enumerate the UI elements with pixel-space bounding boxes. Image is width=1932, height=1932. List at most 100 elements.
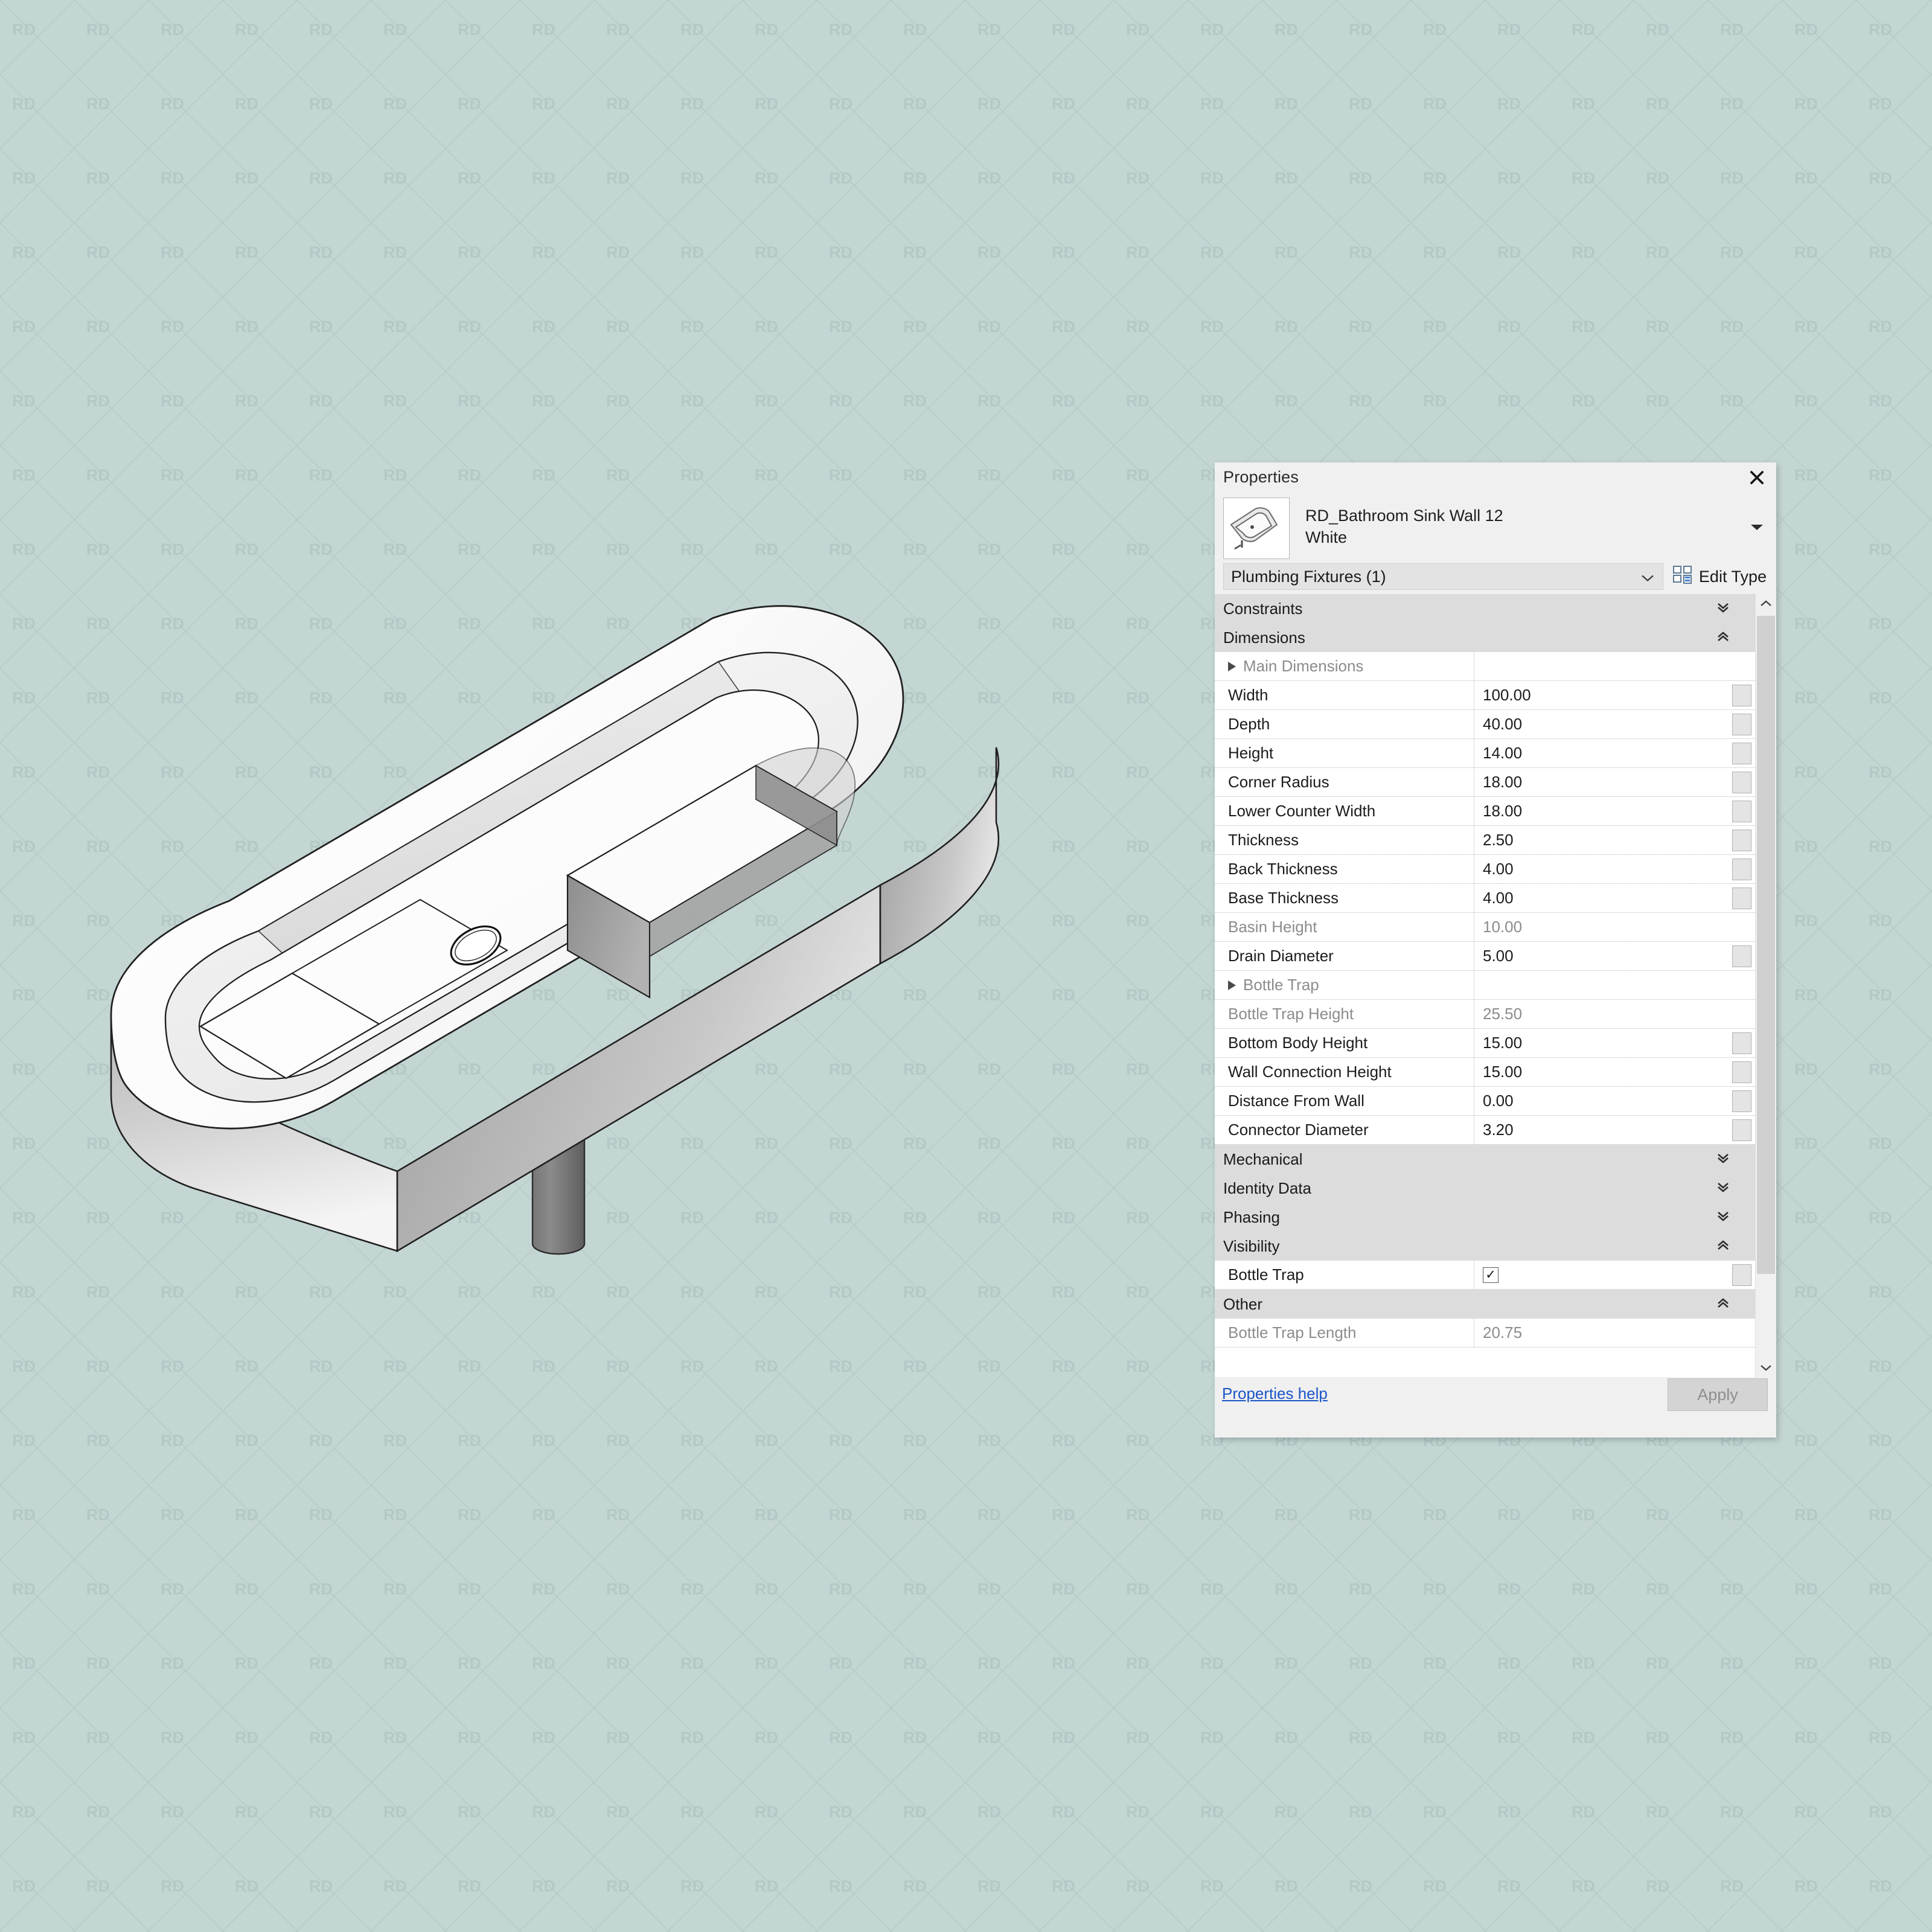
property-group-header[interactable]: Constraints xyxy=(1215,594,1755,623)
property-value[interactable]: 100.00 xyxy=(1474,681,1732,709)
property-row[interactable]: Bottle Trap xyxy=(1215,971,1755,1000)
property-value xyxy=(1474,971,1732,999)
expander-triangle-right-icon[interactable] xyxy=(1228,661,1236,671)
expand-double-chevron-down-icon[interactable] xyxy=(1716,1152,1730,1166)
palette-titlebar[interactable]: Properties xyxy=(1215,462,1776,494)
type-selector-header[interactable]: RD_Bathroom Sink Wall 12 White xyxy=(1215,494,1776,561)
scroll-up-chevron-up-icon[interactable] xyxy=(1756,594,1776,613)
property-group-header[interactable]: Identity Data xyxy=(1215,1174,1755,1203)
property-value[interactable]: 4.00 xyxy=(1474,855,1732,883)
edit-type-button[interactable]: Edit Type xyxy=(1663,563,1770,590)
property-name: Width xyxy=(1215,681,1474,709)
category-select-value: Plumbing Fixtures (1) xyxy=(1231,567,1386,586)
model-viewport[interactable] xyxy=(0,0,1208,1932)
collapse-double-chevron-up-icon[interactable] xyxy=(1716,1297,1730,1311)
property-row[interactable]: Connector Diameter 3.20 xyxy=(1215,1116,1755,1145)
property-row[interactable]: Bottle Trap Length 20.75 xyxy=(1215,1319,1755,1348)
property-value[interactable]: 14.00 xyxy=(1474,739,1732,767)
property-value[interactable]: 18.00 xyxy=(1474,768,1732,796)
property-associate-parameter-button[interactable] xyxy=(1732,1119,1751,1141)
property-value[interactable]: 0.00 xyxy=(1474,1087,1732,1115)
checkbox-checked-icon[interactable]: ✓ xyxy=(1483,1267,1499,1283)
property-value[interactable]: 4.00 xyxy=(1474,884,1732,912)
property-value-text: 15.00 xyxy=(1483,1034,1523,1052)
property-row[interactable]: Lower Counter Width 18.00 xyxy=(1215,797,1755,826)
apply-button[interactable]: Apply xyxy=(1668,1378,1768,1411)
property-name: Bottom Body Height xyxy=(1215,1029,1474,1057)
property-name-label: Depth xyxy=(1228,715,1270,733)
property-group-label: Other xyxy=(1223,1294,1263,1313)
property-associate-parameter-button[interactable] xyxy=(1732,829,1751,851)
property-grid-rows[interactable]: Constraints Dimensions Main Dimensions Widt… xyxy=(1215,594,1755,1377)
expand-double-chevron-down-icon[interactable] xyxy=(1716,601,1730,616)
property-row[interactable]: Back Thickness 4.00 xyxy=(1215,855,1755,884)
scrollbar-thumb[interactable] xyxy=(1757,616,1775,1274)
property-name: Drain Diameter xyxy=(1215,942,1474,970)
scroll-down-chevron-down-icon[interactable] xyxy=(1756,1358,1776,1377)
property-associate-parameter-button[interactable] xyxy=(1732,945,1751,967)
expander-triangle-right-icon[interactable] xyxy=(1228,980,1236,990)
property-associate-parameter-button[interactable] xyxy=(1732,800,1751,822)
property-value-text: 100.00 xyxy=(1483,686,1531,704)
property-associate-parameter-button[interactable] xyxy=(1732,1090,1751,1112)
expand-double-chevron-down-icon[interactable] xyxy=(1716,1181,1730,1195)
property-row[interactable]: Base Thickness 4.00 xyxy=(1215,884,1755,913)
page-title: Properties xyxy=(1223,468,1299,486)
properties-palette[interactable]: Properties RD_Bathroom Sink Wall 12 Whit… xyxy=(1215,462,1776,1438)
property-value[interactable]: 40.00 xyxy=(1474,710,1732,738)
property-group-header[interactable]: Dimensions xyxy=(1215,623,1755,652)
property-name-label: Distance From Wall xyxy=(1228,1092,1364,1110)
property-row[interactable]: Main Dimensions xyxy=(1215,652,1755,681)
property-associate-parameter-button[interactable] xyxy=(1732,684,1751,706)
edit-type-icon xyxy=(1672,565,1694,589)
property-row[interactable]: Distance From Wall 0.00 xyxy=(1215,1087,1755,1116)
property-name: Connector Diameter xyxy=(1215,1116,1474,1144)
property-group-header[interactable]: Mechanical xyxy=(1215,1145,1755,1174)
property-name-label: Wall Connection Height xyxy=(1228,1063,1392,1081)
category-row[interactable]: Plumbing Fixtures (1) Edit Type xyxy=(1215,561,1776,592)
property-associate-parameter-button[interactable] xyxy=(1732,771,1751,793)
property-name: Bottle Trap Height xyxy=(1215,1000,1474,1028)
property-row[interactable]: Bottle Trap ✓ xyxy=(1215,1261,1755,1290)
property-value[interactable]: 2.50 xyxy=(1474,826,1732,854)
property-value[interactable]: ✓ xyxy=(1474,1261,1732,1289)
property-associate-parameter-button[interactable] xyxy=(1732,858,1751,880)
property-group-header[interactable]: Other xyxy=(1215,1290,1755,1319)
property-row[interactable]: Thickness 2.50 xyxy=(1215,826,1755,855)
category-select[interactable]: Plumbing Fixtures (1) xyxy=(1223,563,1663,590)
property-row[interactable]: Bottom Body Height 15.00 xyxy=(1215,1029,1755,1058)
property-name: Basin Height xyxy=(1215,913,1474,941)
property-value[interactable]: 5.00 xyxy=(1474,942,1732,970)
property-associate-parameter-button[interactable] xyxy=(1732,713,1751,735)
property-associate-parameter-button[interactable] xyxy=(1732,1061,1751,1083)
collapse-double-chevron-up-icon[interactable] xyxy=(1716,630,1730,645)
type-dropdown-chevron-down-icon[interactable] xyxy=(1745,497,1769,559)
property-associate-parameter-button[interactable] xyxy=(1732,1264,1751,1286)
property-value[interactable]: 15.00 xyxy=(1474,1058,1732,1086)
property-row[interactable]: Height 14.00 xyxy=(1215,739,1755,768)
property-associate-parameter-button[interactable] xyxy=(1732,887,1751,909)
property-row[interactable]: Drain Diameter 5.00 xyxy=(1215,942,1755,971)
property-row[interactable]: Depth 40.00 xyxy=(1215,710,1755,739)
property-group-header[interactable]: Phasing xyxy=(1215,1203,1755,1232)
expand-double-chevron-down-icon[interactable] xyxy=(1716,1210,1730,1224)
properties-help-link[interactable]: Properties help xyxy=(1222,1384,1328,1403)
property-value[interactable]: 18.00 xyxy=(1474,797,1732,825)
property-row[interactable]: Width 100.00 xyxy=(1215,681,1755,710)
property-row[interactable]: Corner Radius 18.00 xyxy=(1215,768,1755,797)
property-value[interactable]: 3.20 xyxy=(1474,1116,1732,1144)
property-associate-parameter-button[interactable] xyxy=(1732,742,1751,764)
close-icon[interactable] xyxy=(1744,465,1770,490)
property-row[interactable]: Wall Connection Height 15.00 xyxy=(1215,1058,1755,1087)
property-row[interactable]: Bottle Trap Height 25.50 xyxy=(1215,1000,1755,1029)
property-row[interactable]: Basin Height 10.00 xyxy=(1215,913,1755,942)
edit-type-label: Edit Type xyxy=(1698,567,1767,586)
property-value[interactable]: 15.00 xyxy=(1474,1029,1732,1057)
property-grid-scrollbar[interactable] xyxy=(1755,594,1776,1377)
property-group-header[interactable]: Visibility xyxy=(1215,1232,1755,1261)
type-name-line2: White xyxy=(1305,528,1348,546)
collapse-double-chevron-up-icon[interactable] xyxy=(1716,1239,1730,1253)
property-grid[interactable]: Constraints Dimensions Main Dimensions Widt… xyxy=(1215,594,1776,1377)
property-associate-parameter-button[interactable] xyxy=(1732,1032,1751,1054)
property-name-label: Thickness xyxy=(1228,831,1299,849)
